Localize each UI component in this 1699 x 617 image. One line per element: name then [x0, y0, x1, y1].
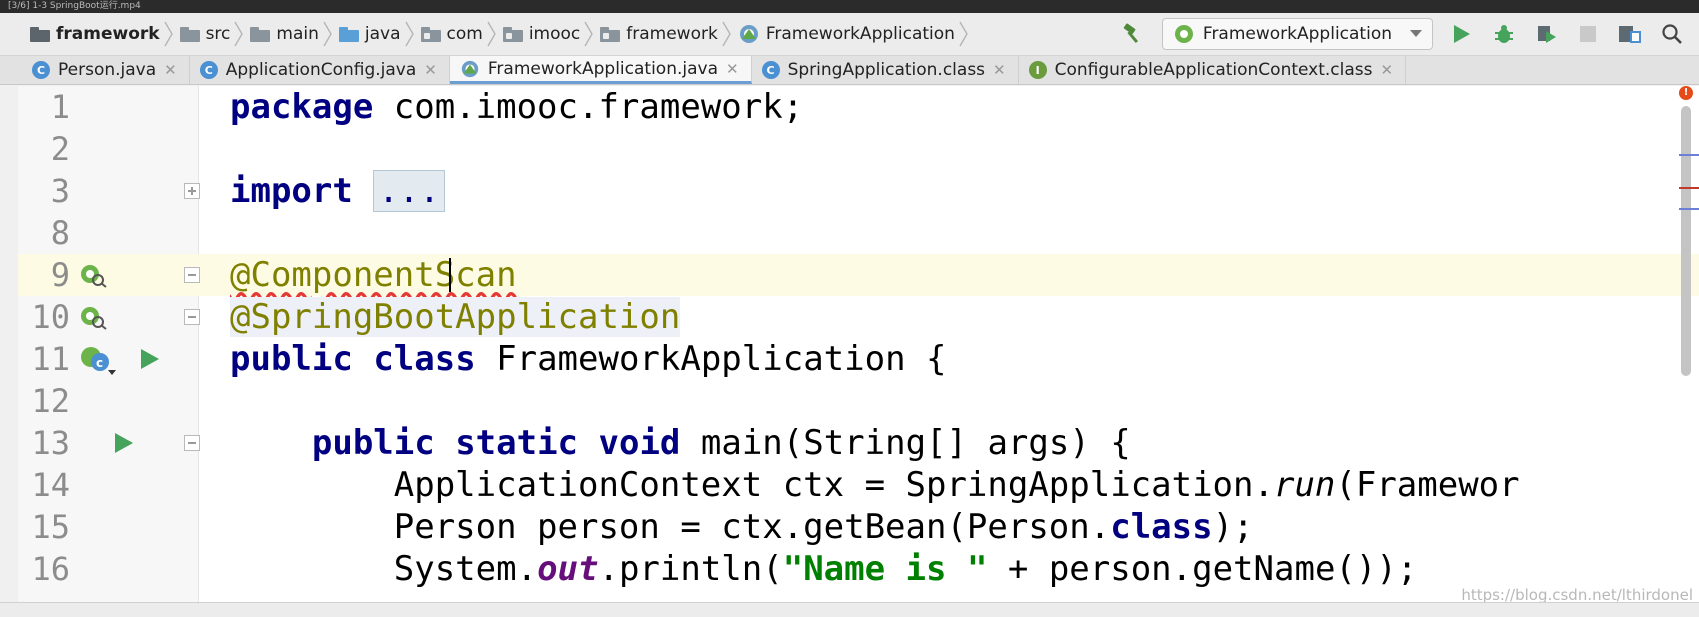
code-line: 11 c public class FrameworkApplication { [31, 339, 947, 379]
folder-icon [250, 26, 271, 42]
scroll-marker-error [1679, 187, 1699, 189]
run-gutter-icon[interactable] [114, 432, 134, 454]
spring-bean-icon[interactable] [78, 304, 108, 330]
coverage-icon[interactable] [1533, 21, 1559, 47]
interface-icon: I [1028, 61, 1047, 79]
chevron-right-icon [722, 21, 731, 47]
fold-collapse-icon[interactable] [184, 435, 200, 451]
class-icon: C [32, 61, 50, 79]
code-line: 2 [50, 130, 70, 168]
folded-imports[interactable]: ... [373, 170, 445, 212]
error-indicator-icon[interactable]: ! [1679, 86, 1693, 100]
scroll-marker [1679, 208, 1699, 210]
spring-class-icon [461, 60, 479, 77]
package-icon [420, 26, 441, 42]
folder-dark-icon [30, 26, 50, 42]
chevron-down-icon [1410, 30, 1422, 37]
class-icon: C [199, 61, 218, 79]
window-title-bar: [3/6] 1-3 SpringBoot运行.mp4 [0, 0, 1699, 13]
code-line: 12 [31, 382, 70, 420]
code-line: 16 System.out.println("Name is " + perso… [31, 549, 1418, 589]
build-hammer-icon[interactable] [1120, 21, 1146, 47]
tab-configurableapplicationcontext-class[interactable]: I ConfigurableApplicationContext.class ✕ [1019, 56, 1407, 84]
spring-class-icon [739, 25, 758, 43]
spring-bean-icon[interactable] [78, 262, 108, 288]
svg-text:c: c [96, 356, 103, 370]
code-line: 3 import ... [18, 170, 1699, 212]
spring-boot-icon [1174, 25, 1193, 43]
scroll-marker [1679, 154, 1699, 156]
run-icon[interactable] [1449, 21, 1475, 47]
fold-collapse-icon[interactable] [184, 309, 200, 325]
code-editor[interactable]: 1 package com.imooc.framework; 2 3 impor… [18, 86, 1699, 602]
run-configuration-label: FrameworkApplication [1202, 24, 1392, 44]
search-icon[interactable] [1659, 21, 1685, 47]
tab-frameworkapplication-java[interactable]: FrameworkApplication.java ✕ [449, 56, 752, 84]
run-configuration-select[interactable]: FrameworkApplication [1161, 18, 1433, 50]
close-icon[interactable]: ✕ [993, 61, 1006, 79]
text-cursor [449, 258, 451, 292]
code-line: 10 @SpringBootApplication [31, 297, 681, 337]
code-line: 1 package com.imooc.framework; [50, 87, 804, 127]
breadcrumb-item-main[interactable]: main [250, 13, 338, 55]
editor-tabs: C Person.java ✕ C ApplicationConfig.java… [0, 56, 1699, 85]
breadcrumb-item-imooc[interactable]: imooc [502, 13, 600, 55]
chevron-right-icon [584, 21, 594, 47]
folder-icon [179, 26, 200, 42]
window-title: [3/6] 1-3 SpringBoot运行.mp4 [8, 1, 141, 11]
stop-icon[interactable] [1575, 21, 1601, 47]
close-icon[interactable]: ✕ [424, 61, 437, 79]
spring-class-gutter-icon[interactable]: c [78, 344, 118, 376]
chevron-right-icon [487, 21, 496, 47]
close-icon[interactable]: ✕ [1381, 61, 1394, 79]
code-line-current: 9 @ComponentScan [18, 254, 1699, 296]
chevron-right-icon [234, 21, 244, 47]
close-icon[interactable]: ✕ [164, 61, 177, 79]
fold-collapse-icon[interactable] [184, 267, 200, 283]
fold-expand-icon[interactable] [184, 183, 200, 199]
code-line: 14 ApplicationContext ctx = SpringApplic… [31, 465, 1520, 505]
chevron-right-icon [959, 21, 968, 47]
breadcrumb-item-com[interactable]: com [420, 13, 503, 55]
code-line: 13 public static void main(String[] args… [31, 423, 1131, 463]
compiled-class-icon: C [761, 61, 780, 79]
debug-icon[interactable] [1491, 21, 1517, 47]
package-icon [502, 26, 523, 42]
vertical-scrollbar[interactable] [1681, 106, 1691, 376]
main-toolbar: FrameworkApplication [1112, 13, 1699, 55]
breadcrumb-item-framework-project[interactable]: framework [30, 13, 180, 55]
source-folder-icon [338, 26, 359, 42]
project-structure-icon[interactable] [1617, 21, 1643, 47]
run-gutter-icon[interactable] [140, 348, 160, 370]
breadcrumb-item-src[interactable]: src [179, 13, 251, 55]
tab-person-java[interactable]: C Person.java ✕ [0, 56, 190, 84]
chevron-right-icon [323, 21, 332, 47]
breadcrumb-item-frameworkapplication[interactable]: FrameworkApplication [738, 13, 975, 55]
status-bar [0, 602, 1699, 617]
tab-applicationconfig-java[interactable]: C ApplicationConfig.java ✕ [190, 56, 450, 84]
breadcrumb-item-framework-package[interactable]: framework [600, 13, 738, 55]
close-icon[interactable]: ✕ [726, 60, 739, 78]
chevron-right-icon [404, 21, 414, 47]
code-line: 8 [50, 214, 70, 252]
chevron-right-icon [163, 21, 173, 47]
tab-springapplication-class[interactable]: C SpringApplication.class ✕ [752, 56, 1019, 84]
breadcrumb-item-java[interactable]: java [338, 13, 421, 55]
package-icon [600, 26, 621, 42]
code-line: 15 Person person = ctx.getBean(Person.cl… [31, 507, 1254, 547]
